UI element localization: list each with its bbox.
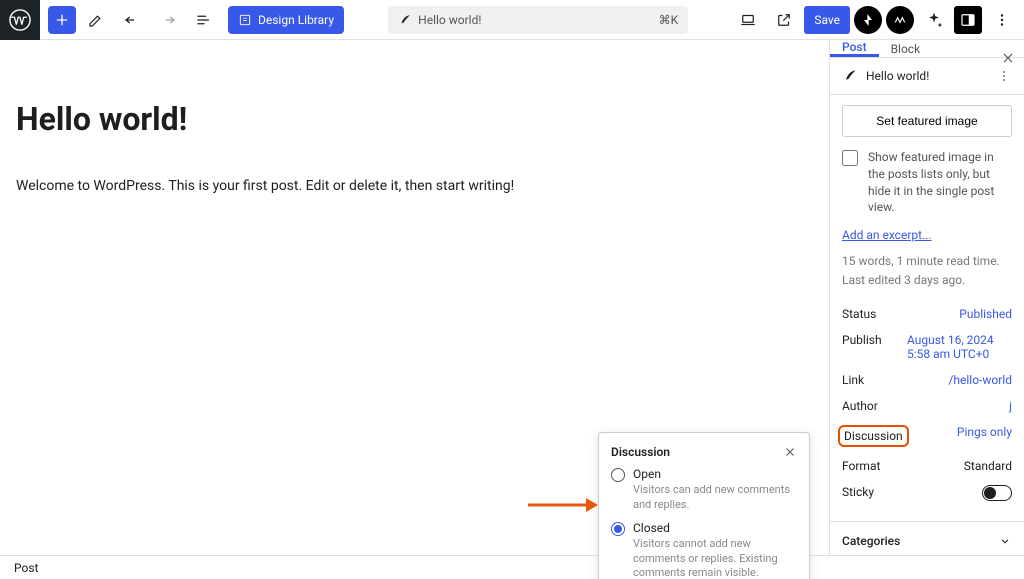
sparkle-icon <box>924 10 944 30</box>
tab-block[interactable]: Block <box>879 40 933 57</box>
yoast-button[interactable] <box>886 6 914 34</box>
settings-sidebar: Post Block Hello world! Set featured ima… <box>829 40 1024 555</box>
feather-icon <box>842 68 858 84</box>
wave-icon <box>893 13 907 27</box>
sidebar-document-title: Hello world! <box>866 69 929 83</box>
radio-unselected-icon <box>611 468 625 482</box>
editor-footer: Post <box>0 555 1024 579</box>
ai-button[interactable] <box>918 4 950 36</box>
row-sticky: Sticky <box>842 479 1012 507</box>
command-shortcut: ⌘K <box>659 13 679 27</box>
option-closed-desc: Visitors cannot add new comments or repl… <box>633 537 797 579</box>
toolbar-right-group: Save <box>732 4 1024 36</box>
sidebar-close-button[interactable] <box>1000 50 1016 66</box>
plus-icon <box>54 12 70 28</box>
redo-button[interactable] <box>152 4 184 36</box>
discussion-option-open[interactable]: Open Visitors can add new comments and r… <box>611 467 797 513</box>
discussion-option-closed[interactable]: Closed Visitors cannot add new comments … <box>611 521 797 579</box>
popover-close-button[interactable] <box>783 445 797 459</box>
option-open-desc: Visitors can add new comments and replie… <box>633 483 797 513</box>
pencil-icon <box>87 11 105 29</box>
toolbar-left-group: Design Library <box>40 4 344 36</box>
add-block-button[interactable] <box>48 6 76 34</box>
add-excerpt-link[interactable]: Add an excerpt... <box>842 228 932 242</box>
chevron-down-icon <box>998 534 1012 548</box>
laptop-icon <box>739 11 757 29</box>
settings-sidebar-toggle[interactable] <box>954 6 982 34</box>
document-title-bar[interactable]: Hello world! ⌘K <box>388 6 688 34</box>
annotation-arrow <box>528 495 598 515</box>
design-library-button[interactable]: Design Library <box>228 6 344 34</box>
sidebar-tabs: Post Block <box>830 40 1024 58</box>
list-icon <box>195 11 213 29</box>
radio-selected-icon <box>611 522 625 536</box>
sidebar-document-header: Hello world! <box>830 58 1024 95</box>
external-icon <box>775 11 793 29</box>
feather-icon <box>398 13 412 27</box>
save-button[interactable]: Save <box>804 6 850 34</box>
row-publish[interactable]: PublishAugust 16, 2024 5:58 am UTC+0 <box>842 327 1012 367</box>
row-author[interactable]: Authorj <box>842 393 1012 419</box>
tab-post[interactable]: Post <box>830 40 879 57</box>
top-toolbar: Design Library Hello world! ⌘K Save <box>0 0 1024 40</box>
redo-icon <box>159 11 177 29</box>
undo-icon <box>123 11 141 29</box>
discussion-popover: Discussion Open Visitors can add new com… <box>598 432 810 579</box>
wordpress-icon <box>9 9 31 31</box>
external-link-button[interactable] <box>768 4 800 36</box>
close-icon <box>1000 50 1016 66</box>
option-closed-label: Closed <box>633 521 797 535</box>
panel-icon <box>959 11 977 29</box>
popover-title: Discussion <box>611 445 670 459</box>
kebab-icon <box>996 68 1012 84</box>
row-format[interactable]: FormatStandard <box>842 453 1012 479</box>
close-icon <box>783 445 797 459</box>
editor-canvas[interactable]: Hello world! Welcome to WordPress. This … <box>0 40 829 555</box>
save-label: Save <box>814 13 840 27</box>
view-device-button[interactable] <box>732 4 764 36</box>
row-status[interactable]: StatusPublished <box>842 301 1012 327</box>
meta-wordcount: 15 words, 1 minute read time. <box>842 252 1012 271</box>
design-library-label: Design Library <box>258 13 334 27</box>
post-paragraph[interactable]: Welcome to WordPress. This is your first… <box>16 178 813 194</box>
row-discussion[interactable]: DiscussionPings only <box>842 419 1012 453</box>
section-categories[interactable]: Categories <box>830 522 1024 555</box>
set-featured-image-button[interactable]: Set featured image <box>842 105 1012 137</box>
featured-image-hint-label: Show featured image in the posts lists o… <box>868 149 1012 216</box>
sticky-toggle[interactable] <box>982 485 1012 501</box>
design-library-icon <box>238 13 252 27</box>
jetpack-button[interactable] <box>854 6 882 34</box>
featured-image-hint-checkbox[interactable]: Show featured image in the posts lists o… <box>842 149 1012 216</box>
wordpress-logo[interactable] <box>0 0 40 40</box>
options-menu-button[interactable] <box>986 4 1018 36</box>
meta-last-edited: Last edited 3 days ago. <box>842 271 1012 290</box>
option-open-label: Open <box>633 467 797 481</box>
footer-breadcrumb[interactable]: Post <box>14 561 38 575</box>
row-link[interactable]: Link/hello-world <box>842 367 1012 393</box>
post-title[interactable]: Hello world! <box>16 100 813 138</box>
document-actions-button[interactable] <box>996 68 1012 84</box>
bolt-icon <box>860 12 876 28</box>
document-title-text: Hello world! <box>418 13 481 27</box>
checkbox-input[interactable] <box>842 150 858 166</box>
document-overview-button[interactable] <box>188 4 220 36</box>
edit-tool-button[interactable] <box>80 4 112 36</box>
undo-button[interactable] <box>116 4 148 36</box>
kebab-icon <box>993 11 1011 29</box>
